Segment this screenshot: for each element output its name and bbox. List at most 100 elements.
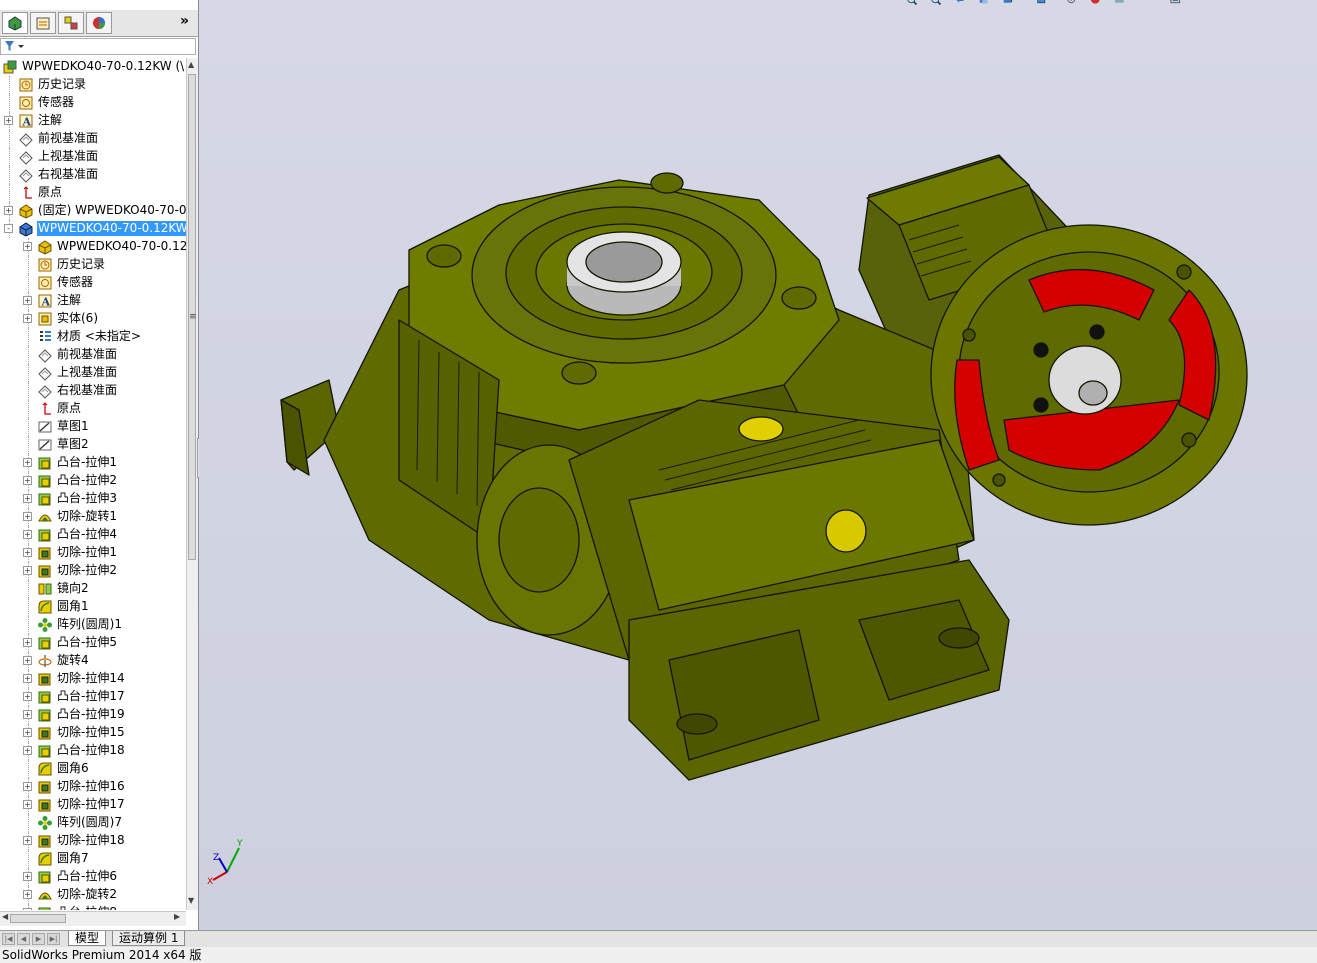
tree-item[interactable]: + 凸台-拉伸5 [0, 634, 186, 652]
expand-icon[interactable]: + [23, 548, 32, 557]
part-selected-icon [18, 221, 34, 237]
tree-item[interactable]: + (固定) WPWEDKO40-70-0 [0, 202, 186, 220]
tree-item[interactable]: + 旋转4 [0, 652, 186, 670]
tree-item[interactable]: + 凸台-拉伸18 [0, 742, 186, 760]
expand-icon[interactable]: + [23, 872, 32, 881]
tree-item[interactable]: + 切除-拉伸14 [0, 670, 186, 688]
tree-item[interactable]: WPWEDKO40-70-0.12KW (\ [0, 58, 186, 76]
scroll-down-icon[interactable]: ▼ [188, 896, 194, 905]
bottom-tab[interactable]: 运动算例 1 [112, 931, 186, 946]
expand-icon[interactable]: + [23, 782, 32, 791]
tree-item[interactable]: 历史记录 [0, 256, 186, 274]
tree-item[interactable]: 阵列(圆周)1 [0, 616, 186, 634]
feature-manager-tab-icon[interactable] [2, 12, 28, 34]
expand-icon[interactable]: + [23, 512, 32, 521]
expand-icon[interactable]: + [23, 674, 32, 683]
expand-icon[interactable]: + [23, 836, 32, 845]
expand-icon[interactable]: + [23, 746, 32, 755]
expand-icon[interactable]: + [23, 296, 32, 305]
tree-item[interactable]: + A 注解 [0, 292, 186, 310]
tree-item[interactable]: + 凸台-拉伸8 [0, 904, 186, 910]
expand-icon[interactable]: + [4, 116, 13, 125]
tree-item[interactable]: 草图1 [0, 418, 186, 436]
tree-item[interactable]: 历史记录 [0, 76, 186, 94]
expand-icon[interactable]: + [23, 890, 32, 899]
display-manager-tab-icon[interactable] [86, 12, 112, 34]
tree-item[interactable]: + 凸台-拉伸19 [0, 706, 186, 724]
expand-icon[interactable]: + [23, 494, 32, 503]
tree-item[interactable]: + 凸台-拉伸6 [0, 868, 186, 886]
tree-item[interactable]: 圆角6 [0, 760, 186, 778]
tree-item[interactable]: 前视基准面 [0, 346, 186, 364]
tree-item[interactable]: 上视基准面 [0, 148, 186, 166]
tree-item[interactable]: 右视基准面 [0, 382, 186, 400]
tree-item[interactable]: 镜向2 [0, 580, 186, 598]
expand-icon[interactable]: + [23, 458, 32, 467]
tree-item[interactable]: 右视基准面 [0, 166, 186, 184]
tree-horizontal-scrollbar[interactable]: ◀ ▶ [0, 911, 186, 926]
tree-item[interactable]: 原点 [0, 400, 186, 418]
collapse-icon[interactable]: - [4, 224, 13, 233]
expand-icon[interactable]: + [23, 728, 32, 737]
tree-item[interactable]: 阵列(圆周)7 [0, 814, 186, 832]
configuration-manager-tab-icon[interactable] [58, 12, 84, 34]
expand-icon[interactable]: + [23, 566, 32, 575]
tree-item[interactable]: + 凸台-拉伸3 [0, 490, 186, 508]
prev-tab-icon[interactable]: ◀ [17, 933, 30, 945]
tree-item[interactable]: + 凸台-拉伸4 [0, 526, 186, 544]
tree-item[interactable]: + 切除-拉伸15 [0, 724, 186, 742]
tree-item[interactable]: + 切除-拉伸1 [0, 544, 186, 562]
expand-icon[interactable]: + [23, 314, 32, 323]
expand-icon[interactable]: + [23, 530, 32, 539]
expand-icon[interactable]: + [23, 656, 32, 665]
tree-item[interactable]: + 凸台-拉伸2 [0, 472, 186, 490]
expand-icon[interactable]: + [23, 638, 32, 647]
tree-item[interactable]: + 凸台-拉伸1 [0, 454, 186, 472]
scroll-thumb[interactable] [10, 914, 66, 923]
plane-icon [37, 383, 53, 399]
graphics-area[interactable]: Y X Z [199, 0, 1317, 930]
tree-item[interactable]: 圆角1 [0, 598, 186, 616]
expand-icon[interactable]: + [23, 476, 32, 485]
tree-item[interactable]: + 切除-拉伸2 [0, 562, 186, 580]
tree-item[interactable]: 传感器 [0, 274, 186, 292]
tree-item[interactable]: + 切除-旋转1 [0, 508, 186, 526]
expand-icon[interactable]: + [23, 242, 32, 251]
tree-filter[interactable] [0, 38, 196, 55]
expand-icon[interactable]: + [23, 710, 32, 719]
tree-item[interactable]: + 切除-拉伸17 [0, 796, 186, 814]
tree-item[interactable]: + 切除-旋转2 [0, 886, 186, 904]
expand-icon[interactable]: + [4, 206, 13, 215]
expand-icon[interactable]: + [23, 800, 32, 809]
tree-item[interactable]: 前视基准面 [0, 130, 186, 148]
tree-item[interactable]: 原点 [0, 184, 186, 202]
property-manager-tab-icon[interactable] [30, 12, 56, 34]
tree-item[interactable]: + 切除-拉伸18 [0, 832, 186, 850]
tree-vertical-scrollbar[interactable]: ▲ ≡ ▼ [186, 58, 198, 910]
more-tabs-chevron-icon[interactable]: » [180, 13, 189, 29]
scroll-up-icon[interactable]: ▲ [188, 60, 194, 69]
tree-item[interactable]: + WPWEDKO40-70-0.12 [0, 238, 186, 256]
tree-item[interactable]: + 实体(6) [0, 310, 186, 328]
tree-item[interactable]: 草图2 [0, 436, 186, 454]
tree-item[interactable]: 圆角7 [0, 850, 186, 868]
expand-icon[interactable]: + [23, 692, 32, 701]
first-tab-icon[interactable]: |◀ [2, 933, 15, 945]
scroll-left-icon[interactable]: ◀ [2, 912, 8, 921]
scroll-right-icon[interactable]: ▶ [174, 912, 180, 921]
filter-icon[interactable] [5, 41, 27, 52]
last-tab-icon[interactable]: ▶| [47, 933, 60, 945]
sensor-icon [18, 95, 34, 111]
bottom-tab[interactable]: 模型 [68, 931, 107, 946]
tree-item[interactable]: 上视基准面 [0, 364, 186, 382]
gearbox-model[interactable] [199, 0, 1317, 930]
tree-item[interactable]: - WPWEDKO40-70-0.12KW [0, 220, 186, 238]
svg-text:A: A [41, 296, 51, 309]
tree-item[interactable]: + A 注解 [0, 112, 186, 130]
next-tab-icon[interactable]: ▶ [32, 933, 45, 945]
tree-item[interactable]: + 切除-拉伸16 [0, 778, 186, 796]
tree-item[interactable]: 传感器 [0, 94, 186, 112]
tree-item[interactable]: 材质 <未指定> [0, 328, 186, 346]
expand-icon[interactable]: + [23, 908, 32, 910]
tree-item[interactable]: + 凸台-拉伸17 [0, 688, 186, 706]
